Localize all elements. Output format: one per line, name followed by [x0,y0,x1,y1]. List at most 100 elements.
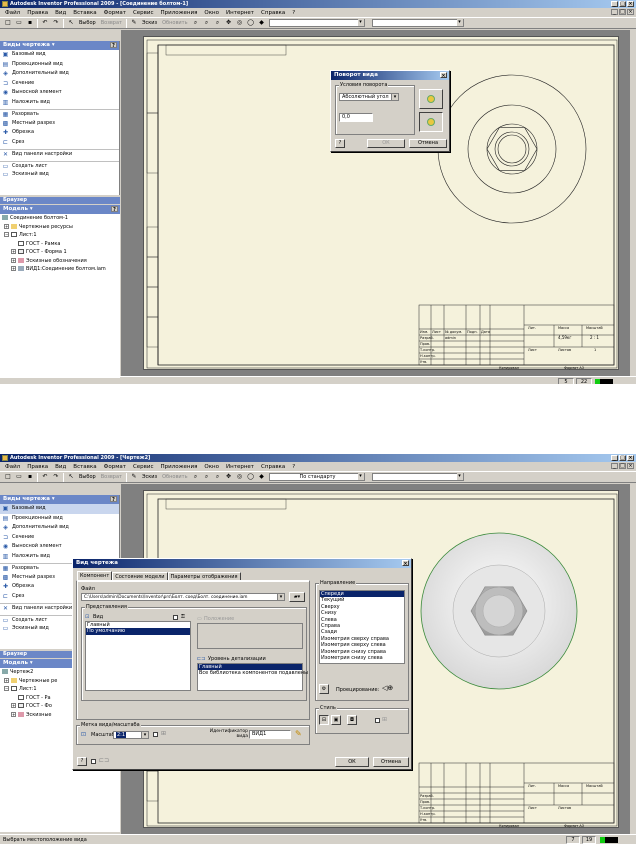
doc-minimize-button[interactable]: _ [611,463,618,469]
sketch-icon[interactable]: ✎ [130,19,138,27]
scale-visible-checkbox[interactable] [153,732,158,737]
sketch-button[interactable]: Эскиз [141,474,158,480]
return-button[interactable]: Возврат [100,474,123,480]
view-id-input[interactable]: ВИД1 [249,730,291,739]
menu-edit[interactable]: Правка [26,464,49,470]
open-file-button[interactable]: ▰▾ [289,592,305,602]
lock-icon[interactable]: ⚿ [181,614,185,620]
orbit-icon[interactable]: ◯ [247,473,255,481]
tree-node[interactable]: + ГОСТ - Форма 1 [0,248,120,257]
select-button[interactable]: Выбор [78,20,97,26]
change-view-orientation-button[interactable]: ⚙ [319,684,329,694]
list-item[interactable]: Изометрия снизу слева [320,655,404,661]
style-shaded-button[interactable]: ◘ [347,715,357,725]
color-icon[interactable]: ◆ [258,473,266,481]
cmd-slice[interactable]: ⊏ Срез [0,138,119,148]
menu-file[interactable]: Файл [4,10,21,16]
tree-node[interactable]: − Лист:1 [0,231,120,240]
cmd-new-sheet[interactable]: ▭ Создать лист [0,160,119,171]
open-icon[interactable]: ▭ [15,19,23,27]
pan-icon[interactable]: ✥ [225,473,233,481]
cmd-crop[interactable]: ✚ Обрезка [0,128,119,138]
graphics-window[interactable]: Изм. Лист № докум. Подп. Дата Разраб. ad… [121,30,630,376]
return-button[interactable]: Возврат [100,20,123,26]
doc-restore-button[interactable]: □ [619,9,626,15]
scale-select[interactable]: 2:1 ▾ [113,731,149,739]
collapse-icon[interactable]: − [4,232,9,237]
menu-edit[interactable]: Правка [26,10,49,16]
dialog-close-button[interactable]: × [402,560,409,567]
menu-format[interactable]: Формат [103,464,127,470]
menu-help[interactable]: Справка [260,464,286,470]
direction-list[interactable]: Спереди Текущий Сверху Снизу Слева Справ… [319,590,405,664]
drawing-sheet[interactable]: Изм. Лист № докум. Подп. Дата Разраб. ad… [143,36,619,370]
cmd-auxiliary-view[interactable]: ◈ Дополнительный вид [0,523,119,533]
tab-display-options[interactable]: Параметры отображения [167,572,241,580]
tab-component[interactable]: Компонент [77,571,113,580]
menu-internet[interactable]: Интернет [225,10,255,16]
menu-window[interactable]: Окно [203,10,220,16]
file-path-select[interactable]: C:\Users\admin\Documents\Inventor\prs\Бо… [81,593,285,601]
select-icon[interactable]: ↖ [67,473,75,481]
zoom-icon[interactable]: ⌕ [214,19,222,27]
cmd-panel-settings[interactable]: ✕ Вид панели настройки [0,149,119,159]
menu-applications[interactable]: Приложения [160,464,199,470]
tree-node[interactable]: + Чертежные ресурсы [0,223,120,232]
cmd-section-view[interactable]: ⊐ Сечение [0,533,119,543]
maximize-button[interactable]: □ [619,1,626,7]
edit-label-icon[interactable]: ✎ [295,729,302,738]
layer-combo[interactable] [371,473,464,481]
position-list[interactable] [197,623,303,649]
menu-insert[interactable]: Вставка [72,464,97,470]
zoom-all-icon[interactable]: ⌕ [192,19,200,27]
style-no-hidden-button[interactable]: ▣ [331,715,341,725]
cmd-break[interactable]: ▦ Разорвать [0,109,119,119]
style-combo[interactable]: По стандарту [268,473,365,481]
select-button[interactable]: Выбор [78,474,97,480]
look-at-icon[interactable]: ◎ [236,19,244,27]
color-icon[interactable]: ◆ [258,19,266,27]
expand-icon[interactable]: + [11,257,16,263]
close-button[interactable]: × [627,455,634,461]
update-button[interactable]: Обновить [161,474,188,480]
cancel-button[interactable]: Отмена [373,757,409,767]
pan-icon[interactable]: ✥ [225,19,233,27]
panel-title[interactable]: Виды чертежа ▾? [0,495,119,504]
angle-input[interactable]: 0,0 [339,113,373,122]
projection-type-icon[interactable]: ◁⊕ [382,684,393,692]
expand-icon[interactable]: + [11,249,16,254]
cmd-base-view[interactable]: ▣ Базовый вид [0,50,119,60]
style-checkbox[interactable] [375,718,380,723]
expand-icon[interactable]: + [4,677,9,683]
zoom-all-icon[interactable]: ⌕ [192,473,200,481]
doc-restore-button[interactable]: □ [619,463,626,469]
expand-icon[interactable]: + [4,223,9,229]
new-icon[interactable]: □ [4,19,12,27]
cmd-projected-view[interactable]: ▤ Проекционный вид [0,514,119,524]
tree-root[interactable]: Соединение болтом-1 [0,214,120,223]
menu-help[interactable]: Справка [260,10,286,16]
menu-tools[interactable]: Сервис [132,10,155,16]
help-icon[interactable]: ? [291,10,296,16]
zoom-window-icon[interactable]: ⌕ [203,19,211,27]
model-title[interactable]: Модель ▾? [0,205,120,214]
menu-insert[interactable]: Вставка [72,10,97,16]
help-button[interactable]: ? [77,757,87,766]
menu-internet[interactable]: Интернет [225,464,255,470]
open-icon[interactable]: ▭ [15,473,23,481]
tree-node[interactable]: + Эскизные обозначения [0,257,120,266]
cmd-auxiliary-view[interactable]: ◈ Дополнительный вид [0,69,119,79]
panel-help-icon[interactable]: ? [110,496,117,503]
preview-checkbox[interactable] [91,759,96,764]
sketch-button[interactable]: Эскиз [141,20,158,26]
collapse-icon[interactable]: − [4,686,9,691]
expand-icon[interactable]: + [11,703,16,708]
ok-button[interactable]: ОК [335,757,369,767]
menu-file[interactable]: Файл [4,464,21,470]
style-combo[interactable] [268,19,365,27]
cmd-draft-view[interactable]: ▭ Эскизный вид [0,170,119,180]
cmd-base-view[interactable]: ▣ Базовый вид [0,504,119,514]
ok-button[interactable]: ОК [367,139,405,148]
menu-applications[interactable]: Приложения [160,10,199,16]
list-item[interactable]: Все библиотека компонентов подавлены [198,670,308,676]
